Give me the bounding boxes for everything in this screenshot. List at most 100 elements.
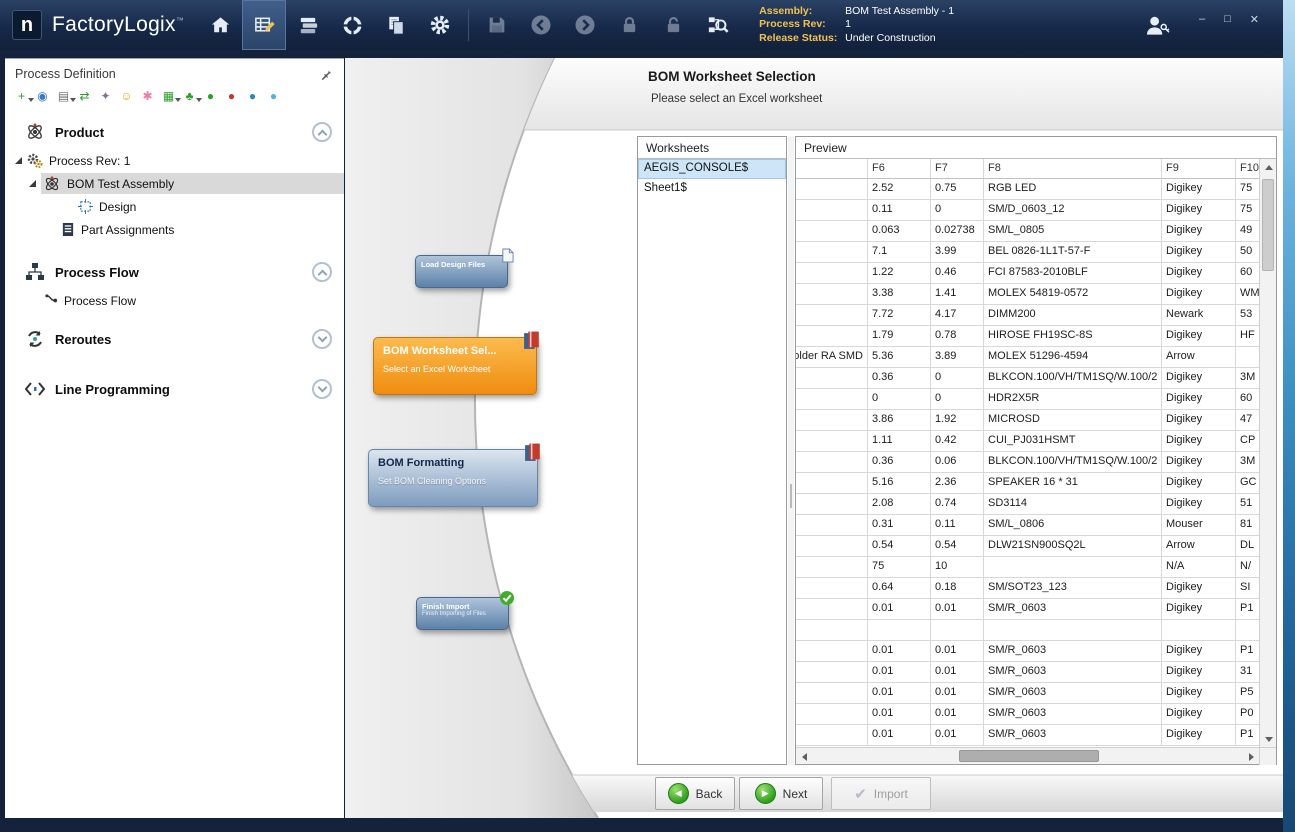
table-row: 7.13.99BEL 0826-1L1T-57-FDigikey50 — [796, 242, 1259, 263]
table-cell: Digikey — [1162, 263, 1236, 284]
import-button[interactable]: ✔ Import — [831, 777, 931, 810]
unlock-button[interactable] — [651, 0, 695, 50]
minimize-button[interactable]: – — [1199, 13, 1205, 26]
production-button[interactable] — [330, 0, 374, 50]
column-header[interactable]: F10 — [1236, 159, 1259, 179]
scroll-up-arrow[interactable] — [1260, 159, 1277, 175]
release-search-button[interactable] — [695, 0, 739, 50]
table-cell — [796, 452, 868, 473]
page-title: BOM Worksheet Selection — [648, 69, 816, 84]
tool-icon[interactable]: ✦ — [97, 88, 114, 105]
tree-item-design[interactable]: Design — [5, 195, 344, 218]
scroll-left-arrow[interactable] — [796, 748, 812, 765]
materials-button[interactable] — [286, 0, 330, 50]
table-cell: DIMM200 — [984, 305, 1162, 326]
table-cell: older RA SMD — [796, 347, 868, 368]
vertical-scrollbar[interactable] — [1259, 159, 1276, 747]
table-cell — [931, 620, 984, 641]
toolbar-separator — [468, 9, 469, 41]
save-button[interactable] — [475, 0, 519, 50]
lock-button[interactable] — [607, 0, 651, 50]
worksheet-item[interactable]: AEGIS_CONSOLE$ — [638, 159, 786, 179]
panel-splitter[interactable] — [788, 136, 794, 765]
back-button[interactable]: ◀ Back — [655, 777, 735, 810]
check-icon: ✔ — [854, 785, 867, 803]
table-cell: 5.16 — [868, 473, 931, 494]
scroll-down-arrow[interactable] — [1260, 731, 1277, 747]
expander-icon[interactable] — [15, 157, 22, 164]
table-cell: DLW21SN900SQ2L — [984, 536, 1162, 557]
section-line-programming[interactable]: Line Programming — [5, 372, 344, 406]
tree-item-bom-assembly[interactable]: BOM Test Assembly — [5, 172, 344, 195]
table-row: 0.640.18SM/SOT23_123DigikeySI — [796, 578, 1259, 599]
tree-options-icon[interactable]: ♣ — [181, 88, 198, 105]
flower-icon[interactable]: ✱ — [139, 88, 156, 105]
settings-button[interactable] — [418, 0, 462, 50]
table-cell: 1.41 — [931, 284, 984, 305]
info-icon[interactable]: ● — [244, 88, 261, 105]
collapse-process-flow-button[interactable] — [312, 262, 332, 282]
wizard-step-bom-worksheet-selection[interactable]: BOM Worksheet Sel... Select an Excel Wor… — [373, 337, 537, 395]
stop-icon[interactable]: ● — [223, 88, 240, 105]
help-icon[interactable]: ● — [265, 88, 282, 105]
table-cell: 0.01 — [868, 704, 931, 725]
maximize-button[interactable]: □ — [1224, 13, 1231, 26]
expander-icon[interactable] — [29, 180, 36, 187]
back-circle-button[interactable] — [519, 0, 563, 50]
table-cell: 3.38 — [868, 284, 931, 305]
step-title: BOM Worksheet Sel... — [383, 345, 527, 357]
table-cell: 50 — [1236, 242, 1259, 263]
sync-arrows-icon[interactable]: ⇄ — [76, 88, 93, 105]
worksheet-list: AEGIS_CONSOLE$Sheet1$ — [638, 159, 786, 199]
close-button[interactable]: ✕ — [1250, 13, 1259, 26]
table-cell: 0.01 — [931, 599, 984, 620]
add-icon[interactable]: + — [13, 88, 30, 105]
tree-item-process-rev[interactable]: Process Rev: 1 — [5, 149, 344, 172]
documents-button[interactable] — [374, 0, 418, 50]
horizontal-scrollbar-thumb[interactable] — [959, 750, 1099, 762]
wizard-step-finish-import[interactable]: Finish Import Finish Importing of Files — [416, 597, 509, 630]
table-cell: CUI_PJ031HSMT — [984, 431, 1162, 452]
expand-reroutes-button[interactable] — [312, 329, 332, 349]
section-reroutes[interactable]: Reroutes — [5, 322, 344, 356]
table-cell: 1.92 — [931, 410, 984, 431]
next-button[interactable]: ▶ Next — [739, 777, 823, 810]
title-bar: n FactoryLogix™ — [0, 0, 1283, 50]
home-icon — [209, 14, 232, 37]
table-cell — [868, 620, 931, 641]
user-account-button[interactable] — [1135, 0, 1179, 50]
table-row — [796, 620, 1259, 641]
vertical-scrollbar-thumb[interactable] — [1262, 179, 1274, 271]
worksheet-item[interactable]: Sheet1$ — [638, 179, 786, 199]
flow-options-icon[interactable]: ▦ — [160, 88, 177, 105]
tree-item-process-flow[interactable]: Process Flow — [5, 289, 344, 312]
forward-circle-button[interactable] — [563, 0, 607, 50]
print-icon[interactable]: ▤ — [55, 88, 72, 105]
collapse-product-button[interactable] — [312, 122, 332, 142]
table-cell: 0.01 — [868, 662, 931, 683]
wizard-step-load-design-files[interactable]: Load Design Files — [415, 255, 508, 288]
wizard-step-bom-formatting[interactable]: BOM Formatting Set BOM Cleaning Options — [368, 449, 538, 507]
horizontal-scrollbar[interactable] — [796, 747, 1276, 764]
globe-link-icon[interactable]: ◉ — [34, 88, 51, 105]
column-header[interactable]: F6 — [868, 159, 931, 179]
table-cell: Digikey — [1162, 368, 1236, 389]
home-button[interactable] — [198, 0, 242, 50]
start-icon[interactable]: ● — [202, 88, 219, 105]
column-header[interactable]: F9 — [1162, 159, 1236, 179]
column-header[interactable]: F8 — [984, 159, 1162, 179]
column-header[interactable]: F7 — [931, 159, 984, 179]
table-cell: 1.11 — [868, 431, 931, 452]
column-header[interactable] — [796, 159, 868, 179]
process-definition-button[interactable] — [242, 0, 286, 50]
pin-icon[interactable] — [319, 68, 332, 81]
scroll-right-arrow[interactable] — [1243, 748, 1259, 765]
preview-table: F6F7F8F9F10 2.520.75RGB LEDDigikey750.11… — [796, 159, 1259, 747]
person-icon[interactable]: ☺ — [118, 88, 135, 105]
section-product[interactable]: Product — [5, 115, 344, 149]
expand-line-programming-button[interactable] — [312, 379, 332, 399]
section-process-flow[interactable]: Process Flow — [5, 255, 344, 289]
tree-item-part-assignments[interactable]: Part Assignments — [5, 218, 344, 241]
table-row: 2.520.75RGB LEDDigikey75 — [796, 179, 1259, 200]
table-cell — [796, 599, 868, 620]
